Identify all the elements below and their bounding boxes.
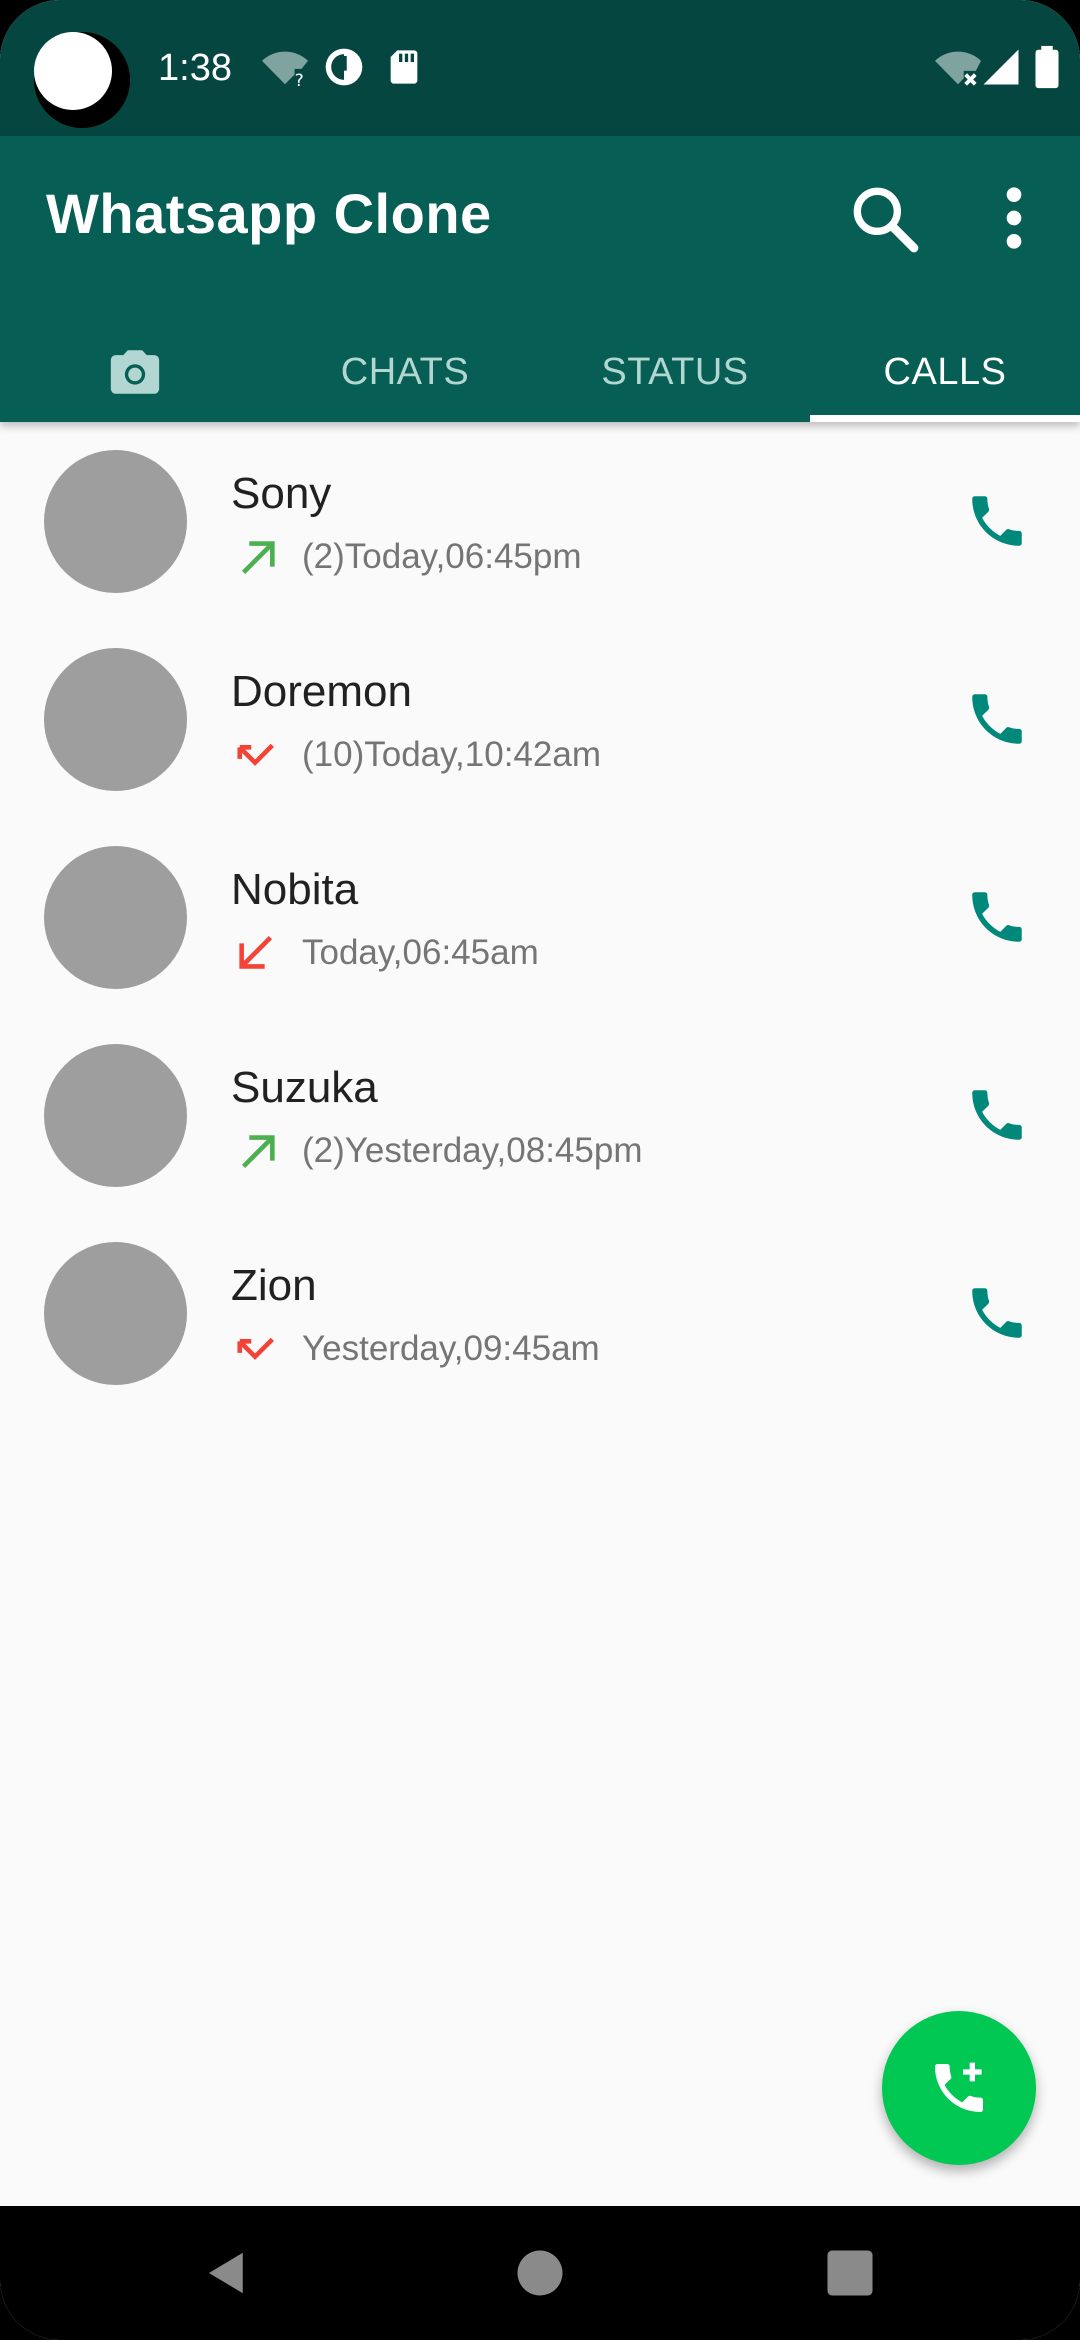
- call-row[interactable]: Doremon (10)Today,10:42am: [0, 620, 1080, 818]
- phone-screen: 1:38 ? Whatsapp Clone CHATS STATUS CALLS…: [0, 0, 1080, 2340]
- app-title: Whatsapp Clone: [46, 182, 492, 245]
- call-detail: Yesterday,09:45am: [302, 1329, 600, 1368]
- phone-icon[interactable]: [964, 1280, 1030, 1346]
- call-detail: (2)Yesterday,08:45pm: [302, 1131, 643, 1170]
- call-row[interactable]: Zion Yesterday,09:45am: [0, 1214, 1080, 1412]
- tab-bar: CHATS STATUS CALLS: [0, 322, 1080, 422]
- phone-icon[interactable]: [964, 686, 1030, 752]
- home-icon[interactable]: [513, 2246, 567, 2300]
- back-icon[interactable]: [200, 2246, 254, 2300]
- missed-call-icon: [237, 743, 274, 766]
- new-call-fab[interactable]: [882, 2011, 1036, 2165]
- data-saver-icon: [325, 48, 363, 86]
- contact-name: Doremon: [231, 667, 412, 716]
- more-vert-icon[interactable]: [994, 178, 1034, 258]
- contact-name: Nobita: [231, 865, 359, 914]
- navigation-bar: [0, 2206, 1080, 2340]
- call-detail: (2)Today,06:45pm: [302, 537, 582, 576]
- wifi-off-icon: [935, 51, 981, 86]
- recents-icon[interactable]: [823, 2246, 877, 2300]
- search-icon[interactable]: [844, 178, 924, 258]
- call-detail: (10)Today,10:42am: [302, 735, 601, 774]
- missed-call-icon: [237, 1337, 274, 1360]
- call-list: Sony (2)Today,06:45pm Doremon (10)Today,…: [0, 422, 1080, 1412]
- app-bar: Whatsapp Clone CHATS STATUS CALLS: [0, 136, 1080, 422]
- camera-icon: [110, 350, 160, 394]
- add-call-icon: [935, 2062, 983, 2112]
- avatar: [44, 648, 187, 791]
- tab-calls[interactable]: CALLS: [810, 322, 1080, 422]
- status-time: 1:38: [158, 47, 232, 89]
- signal-icon: [983, 49, 1019, 85]
- camera-lens: [34, 32, 112, 110]
- tab-status[interactable]: STATUS: [540, 322, 810, 422]
- incoming-call-icon: [239, 936, 273, 969]
- avatar: [44, 1044, 187, 1187]
- battery-icon: [1035, 45, 1059, 89]
- tab-camera[interactable]: [0, 322, 270, 422]
- status-bar: 1:38 ?: [0, 0, 1080, 136]
- contact-name: Zion: [231, 1261, 317, 1310]
- tab-chats[interactable]: CHATS: [270, 322, 540, 422]
- phone-icon[interactable]: [964, 1082, 1030, 1148]
- call-row[interactable]: Sony (2)Today,06:45pm: [0, 422, 1080, 620]
- outgoing-call-icon: [241, 541, 275, 574]
- call-detail: Today,06:45am: [302, 933, 539, 972]
- sd-card-icon: [390, 50, 418, 84]
- contact-name: Suzuka: [231, 1063, 378, 1112]
- call-row[interactable]: Nobita Today,06:45am: [0, 818, 1080, 1016]
- phone-icon[interactable]: [964, 488, 1030, 554]
- contact-name: Sony: [231, 469, 332, 518]
- avatar: [44, 1242, 187, 1385]
- phone-icon[interactable]: [964, 884, 1030, 950]
- avatar: [44, 450, 187, 593]
- outgoing-call-icon: [241, 1135, 275, 1168]
- svg-text:?: ?: [295, 71, 304, 90]
- avatar: [44, 846, 187, 989]
- wifi-question-icon: ?: [262, 51, 308, 90]
- call-row[interactable]: Suzuka (2)Yesterday,08:45pm: [0, 1016, 1080, 1214]
